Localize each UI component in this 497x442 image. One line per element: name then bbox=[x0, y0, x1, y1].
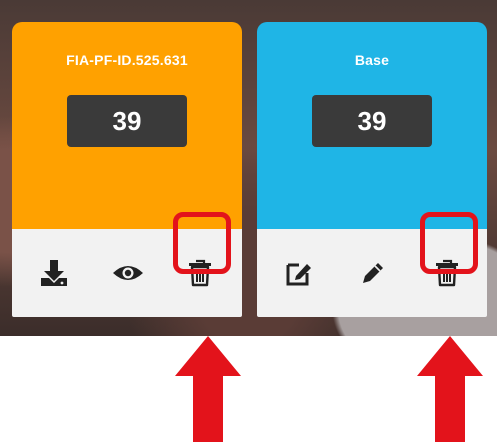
pencil-icon bbox=[363, 263, 383, 283]
count-badge: 39 bbox=[67, 95, 187, 147]
up-arrow-annotation bbox=[175, 336, 241, 442]
view-button[interactable] bbox=[108, 251, 148, 295]
delete-highlight-box bbox=[420, 212, 478, 274]
download-icon bbox=[41, 260, 67, 286]
edit-button[interactable] bbox=[279, 251, 319, 295]
delete-highlight-box bbox=[173, 212, 231, 274]
edit-square-icon bbox=[286, 263, 311, 286]
card-header: Base 39 bbox=[257, 22, 487, 229]
card-title: FIA-PF-ID.525.631 bbox=[66, 52, 188, 68]
card-header: FIA-PF-ID.525.631 39 bbox=[12, 22, 242, 229]
up-arrow-annotation bbox=[417, 336, 483, 442]
eye-icon bbox=[113, 266, 143, 280]
card-title: Base bbox=[354, 52, 390, 68]
rename-button[interactable] bbox=[353, 251, 393, 295]
download-button[interactable] bbox=[34, 251, 74, 295]
count-badge: 39 bbox=[312, 95, 432, 147]
